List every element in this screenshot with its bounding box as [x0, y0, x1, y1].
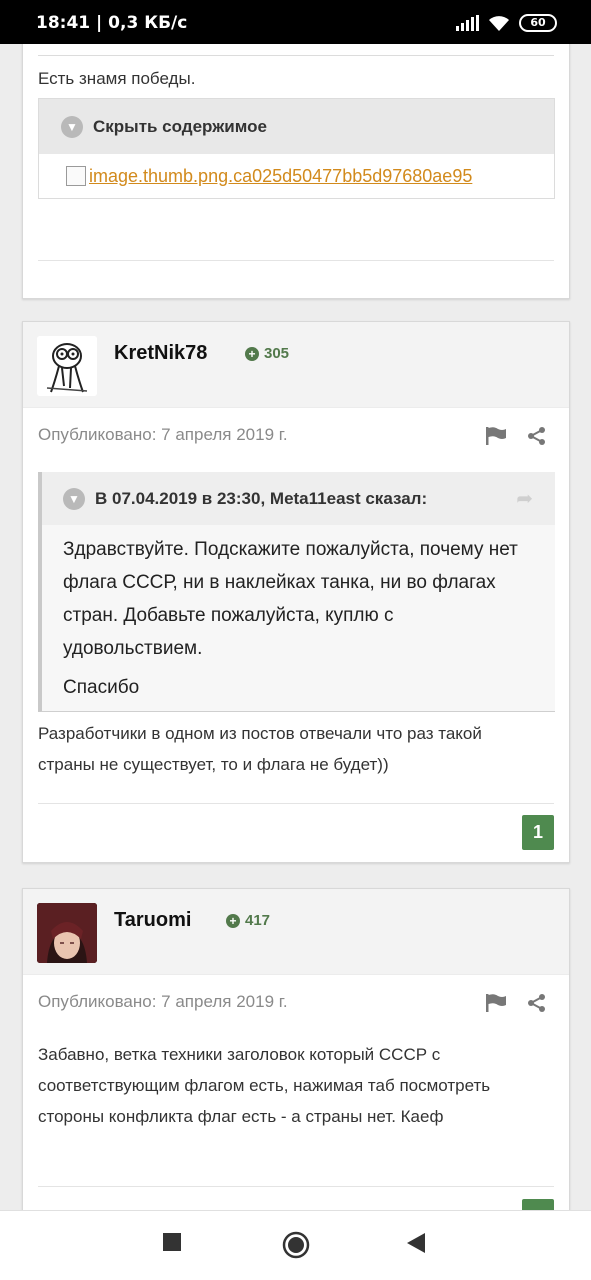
reputation-badge[interactable]: + 417 — [226, 912, 270, 929]
author-bar: Taruomi + 417 — [23, 889, 569, 975]
spoiler-toggle[interactable]: ▼ Скрыть содержимое — [39, 99, 554, 154]
post-text: Есть знамя победы. — [38, 69, 196, 88]
reaction-count-badge[interactable] — [522, 1199, 554, 1210]
post-card-taruomi: Taruomi + 417 Опубликовано: 7 апреля 201… — [22, 888, 570, 1210]
post-divider — [38, 260, 554, 261]
spoiler-label: Скрыть содержимое — [93, 116, 267, 136]
report-flag-icon[interactable] — [485, 427, 507, 445]
share-icon[interactable] — [527, 993, 547, 1013]
quote-header-text: В 07.04.2019 в 23:30, Meta11east сказал: — [95, 488, 428, 508]
chevron-down-icon: ▼ — [61, 115, 83, 138]
plus-icon: + — [245, 346, 259, 361]
quote-header: ▼ В 07.04.2019 в 23:30, Meta11east сказа… — [42, 472, 555, 525]
status-bar: 18:41 | 0,3 КБ/с 60 — [0, 0, 591, 44]
image-link[interactable]: image.thumb.png.ca025d50477bb5d97680ae95 — [89, 166, 472, 187]
quote-body: Здравствуйте. Подскажите пожалуйста, поч… — [42, 525, 555, 720]
recent-apps-button[interactable] — [163, 1233, 181, 1251]
page-viewport[interactable]: Есть знамя победы. ▼ Скрыть содержимое i… — [0, 44, 591, 1210]
author-name[interactable]: Taruomi — [114, 909, 191, 932]
quote-paragraph: Спасибо — [63, 677, 140, 698]
avatar-drawing — [37, 903, 97, 963]
spoiler-content: image.thumb.png.ca025d50477bb5d97680ae95 — [39, 154, 554, 198]
reputation-value: 417 — [245, 912, 271, 929]
post-text: Забавно, ветка техники заголовок который… — [38, 1045, 491, 1126]
signal-icon — [456, 15, 479, 31]
back-button[interactable] — [407, 1233, 425, 1253]
reputation-value: 305 — [264, 345, 290, 362]
system-nav-bar — [0, 1210, 591, 1280]
quote-block: ▼ В 07.04.2019 в 23:30, Meta11east сказа… — [38, 472, 555, 712]
published-date: Опубликовано: 7 апреля 2019 г. — [38, 992, 288, 1011]
post-divider-top — [38, 55, 554, 56]
spoiler-block: ▼ Скрыть содержимое image.thumb.png.ca02… — [38, 98, 555, 199]
post-card-kretnik78: KretNik78 + 305 Опубликовано: 7 апреля 2… — [22, 321, 570, 863]
plus-icon: + — [226, 913, 240, 928]
author-name[interactable]: KretNik78 — [114, 342, 207, 365]
avatar-drawing — [37, 336, 97, 396]
post-divider — [38, 803, 554, 804]
go-to-quote-icon[interactable]: ➦ — [516, 486, 533, 511]
broken-image-icon — [66, 166, 86, 186]
avatar[interactable] — [37, 336, 97, 396]
reputation-badge[interactable]: + 305 — [245, 345, 289, 362]
published-date: Опубликовано: 7 апреля 2019 г. — [38, 425, 288, 444]
chevron-down-icon[interactable]: ▼ — [63, 487, 85, 510]
quote-paragraph: Здравствуйте. Подскажите пожалуйста, поч… — [63, 539, 518, 659]
post-divider — [38, 1186, 554, 1187]
post-text: Разработчики в одном из постов отвечали … — [38, 724, 482, 774]
reaction-count-badge[interactable]: 1 — [522, 815, 554, 850]
battery-level: 60 — [530, 16, 546, 29]
wifi-icon — [489, 15, 509, 31]
home-button[interactable] — [282, 1231, 310, 1259]
avatar[interactable] — [37, 903, 97, 963]
report-flag-icon[interactable] — [485, 994, 507, 1012]
author-bar: KretNik78 + 305 — [23, 322, 569, 408]
share-icon[interactable] — [527, 426, 547, 446]
status-time: 18:41 | 0,3 КБ/с — [36, 13, 188, 33]
battery-icon: 60 — [519, 14, 557, 32]
post-card-top: Есть знамя победы. ▼ Скрыть содержимое i… — [22, 44, 570, 299]
